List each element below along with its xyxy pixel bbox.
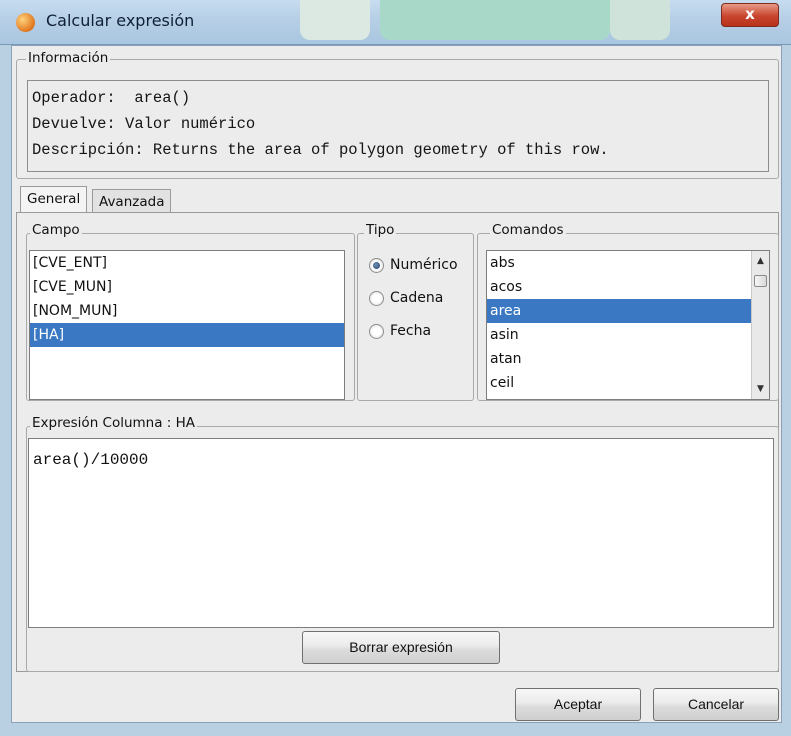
scroll-up-icon[interactable]: ▲ [752,253,769,269]
radio-unchecked-icon[interactable] [369,290,384,306]
app-icon [16,13,35,32]
campo-item[interactable]: [CVE_MUN] [30,275,344,299]
info-box: Operador: area() Devuelve: Valor numéric… [27,80,769,172]
comando-item[interactable]: abs [487,251,751,275]
radio-label: Cadena [390,290,444,306]
accept-button[interactable]: Aceptar [515,688,641,721]
window-title: Calcular expresión [46,11,195,30]
scroll-down-icon[interactable]: ▼ [752,381,769,397]
comandos-list[interactable]: abs acos area asin atan ceil ▲ ▼ [486,250,770,400]
cancel-button[interactable]: Cancelar [653,688,779,721]
radio-label: Fecha [390,323,432,339]
campo-group-label: Campo [30,222,82,238]
description-line: Descripción: Returns the area of polygon… [32,141,609,159]
expression-group-label: Expresión Columna : HA [30,415,198,431]
close-button[interactable]: x [721,3,779,27]
radio-numerico[interactable]: Numérico [369,257,458,273]
comandos-scrollbar[interactable]: ▲ ▼ [751,251,769,399]
radio-label: Numérico [390,257,458,273]
clear-expression-button[interactable]: Borrar expresión [302,631,500,664]
comando-item[interactable]: ceil [487,371,751,395]
window-frame: Información Operador: area() Devuelve: V… [0,45,791,736]
radio-unchecked-icon[interactable] [369,323,384,339]
dialog-body: Información Operador: area() Devuelve: V… [11,45,782,723]
radio-cadena[interactable]: Cadena [369,290,443,306]
background-decoration [610,0,670,40]
comandos-group-label: Comandos [490,222,566,238]
comando-item[interactable]: asin [487,323,751,347]
radio-checked-icon[interactable] [369,257,384,273]
comando-item[interactable]: atan [487,347,751,371]
background-decoration [380,0,610,40]
info-group-label: Información [26,50,111,66]
returns-line: Devuelve: Valor numérico [32,115,256,133]
scroll-thumb[interactable] [754,275,767,287]
expression-value: area()/10000 [33,451,149,469]
tab-general[interactable]: General [20,186,88,214]
campo-item[interactable]: [NOM_MUN] [30,299,344,323]
tipo-group-label: Tipo [364,222,397,238]
campo-item[interactable]: [CVE_ENT] [30,251,344,275]
operator-line: Operador: area() [32,89,191,107]
comando-item[interactable]: area [487,299,751,323]
campo-item[interactable]: [HA] [30,323,344,347]
radio-fecha[interactable]: Fecha [369,323,431,339]
expression-textarea[interactable]: area()/10000 [28,438,774,628]
comando-item[interactable]: acos [487,275,751,299]
title-bar[interactable]: Calcular expresión x [0,0,791,45]
campo-list[interactable]: [CVE_ENT] [CVE_MUN] [NOM_MUN] [HA] [29,250,345,400]
background-decoration [300,0,370,40]
